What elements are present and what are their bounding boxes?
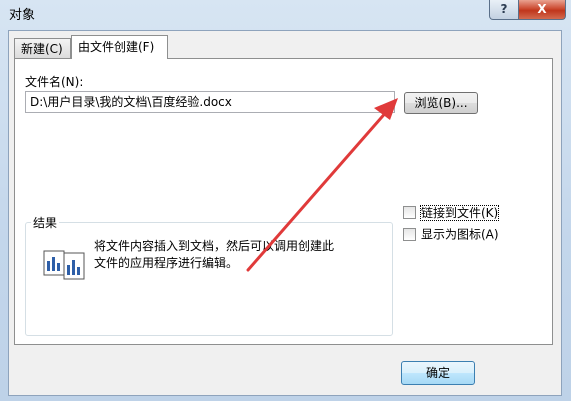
annotation-arrow: [246, 98, 398, 272]
tab-create-from-file[interactable]: 由文件创建(F): [71, 35, 168, 59]
dialog-window: 对象 ? X 新建(C) 由文件创建(F) 文件名(N): D:\用户目录\我的…: [0, 0, 571, 401]
